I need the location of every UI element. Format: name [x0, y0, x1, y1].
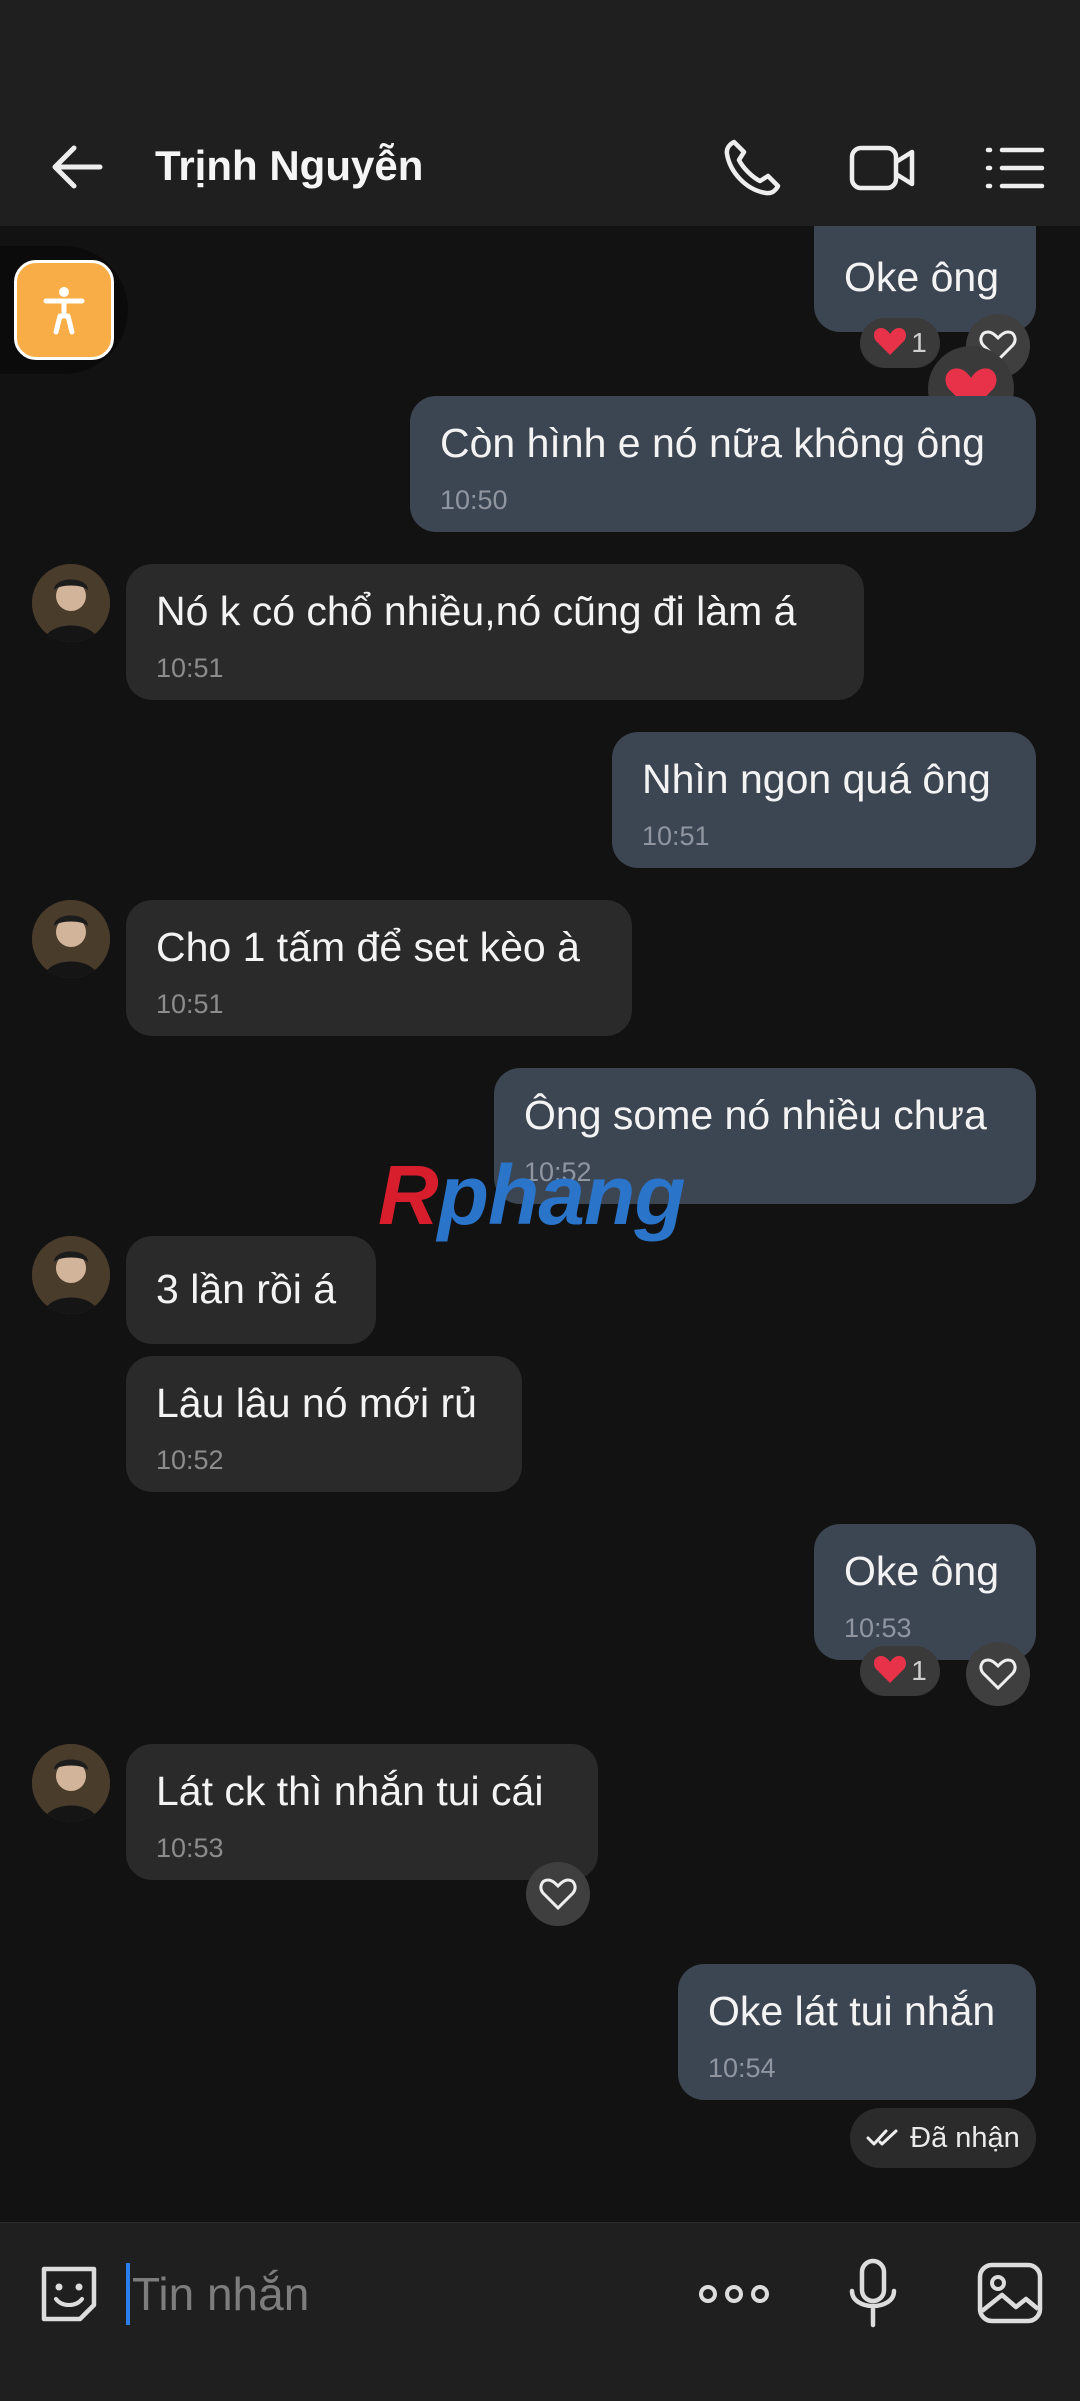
- chat-header: Trịnh Nguyễn: [0, 110, 1080, 226]
- accessibility-icon: [14, 260, 114, 360]
- microphone-icon[interactable]: [838, 2255, 908, 2331]
- message-text: Lâu lâu nó mới rủ: [156, 1380, 477, 1426]
- watermark-part1: R: [378, 1148, 439, 1242]
- reaction-count: 1: [911, 327, 927, 358]
- video-camera-icon[interactable]: [846, 132, 918, 204]
- image-gallery-icon[interactable]: [974, 2257, 1046, 2329]
- message-text: Oke lát tui nhắn: [708, 1988, 996, 2034]
- watermark-logo: Rphang: [378, 1148, 686, 1242]
- message-text: Oke ông: [844, 254, 999, 300]
- avatar[interactable]: [32, 564, 110, 642]
- back-arrow-icon[interactable]: [44, 132, 114, 202]
- message-text: Oke ông: [844, 1548, 999, 1594]
- message-time: 10:50: [440, 485, 508, 515]
- message-time: 10:51: [156, 653, 224, 683]
- message-time: 10:52: [156, 1445, 224, 1475]
- message-text: Nhìn ngon quá ông: [642, 756, 991, 802]
- message-text: Ông some nó nhiều chưa: [524, 1092, 987, 1138]
- message-time: 10:53: [156, 1833, 224, 1863]
- watermark-part2: phang: [437, 1148, 686, 1242]
- avatar[interactable]: [32, 1744, 110, 1822]
- message-text: 3 lần rồi á: [156, 1266, 337, 1312]
- heart-outline-icon[interactable]: [966, 1642, 1030, 1706]
- message-input[interactable]: Tin nhắn: [126, 2259, 646, 2329]
- message-bubble-outgoing[interactable]: Còn hình e nó nữa không ông 10:50: [410, 396, 1036, 532]
- more-options-icon[interactable]: [696, 2259, 772, 2329]
- reaction-badge[interactable]: 1: [860, 318, 940, 368]
- phone-icon[interactable]: [716, 132, 788, 204]
- message-time: 10:53: [844, 1613, 912, 1643]
- message-text: Lát ck thì nhắn tui cái: [156, 1768, 544, 1814]
- status-bar: [0, 0, 1080, 110]
- message-text: Cho 1 tấm để set kèo à: [156, 924, 580, 970]
- contact-name[interactable]: Trịnh Nguyễn: [155, 136, 423, 196]
- heart-reaction-icon: [873, 326, 907, 361]
- message-bubble-incoming[interactable]: Nó k có chổ nhiều,nó cũng đi làm á 10:51: [126, 564, 864, 700]
- message-bubble-outgoing[interactable]: Oke ông 10:53: [814, 1524, 1036, 1660]
- message-bubble-incoming[interactable]: Lát ck thì nhắn tui cái 10:53: [126, 1744, 598, 1880]
- heart-outline-icon[interactable]: [526, 1862, 590, 1926]
- reaction-count: 1: [911, 1655, 927, 1686]
- heart-reaction-icon: [873, 1654, 907, 1689]
- message-bubble-incoming[interactable]: Cho 1 tấm để set kèo à 10:51: [126, 900, 632, 1036]
- message-time: 10:51: [642, 821, 710, 851]
- double-check-icon: [866, 2128, 900, 2148]
- message-time: 10:51: [156, 989, 224, 1019]
- text-caret: [126, 2263, 130, 2325]
- reaction-badge[interactable]: 1: [860, 1646, 940, 1696]
- message-composer: Tin nhắn: [0, 2222, 1080, 2401]
- message-bubble-outgoing[interactable]: Nhìn ngon quá ông 10:51: [612, 732, 1036, 868]
- message-bubble-incoming[interactable]: Lâu lâu nó mới rủ 10:52: [126, 1356, 522, 1492]
- menu-list-icon[interactable]: [978, 132, 1050, 204]
- message-time: 10:54: [708, 2053, 776, 2083]
- avatar[interactable]: [32, 900, 110, 978]
- emoji-sticker-icon[interactable]: [34, 2259, 104, 2329]
- avatar[interactable]: [32, 1236, 110, 1314]
- message-bubble-incoming[interactable]: 3 lần rồi á: [126, 1236, 376, 1344]
- delivery-status-badge: Đã nhận: [850, 2108, 1036, 2168]
- message-input-placeholder: Tin nhắn: [132, 2268, 310, 2320]
- accessibility-floating-button[interactable]: [0, 246, 128, 374]
- message-text: Nó k có chổ nhiều,nó cũng đi làm á: [156, 588, 797, 634]
- message-bubble-outgoing[interactable]: Oke lát tui nhắn 10:54: [678, 1964, 1036, 2100]
- message-text: Còn hình e nó nữa không ông: [440, 420, 985, 466]
- status-text: Đã nhận: [910, 2121, 1020, 2154]
